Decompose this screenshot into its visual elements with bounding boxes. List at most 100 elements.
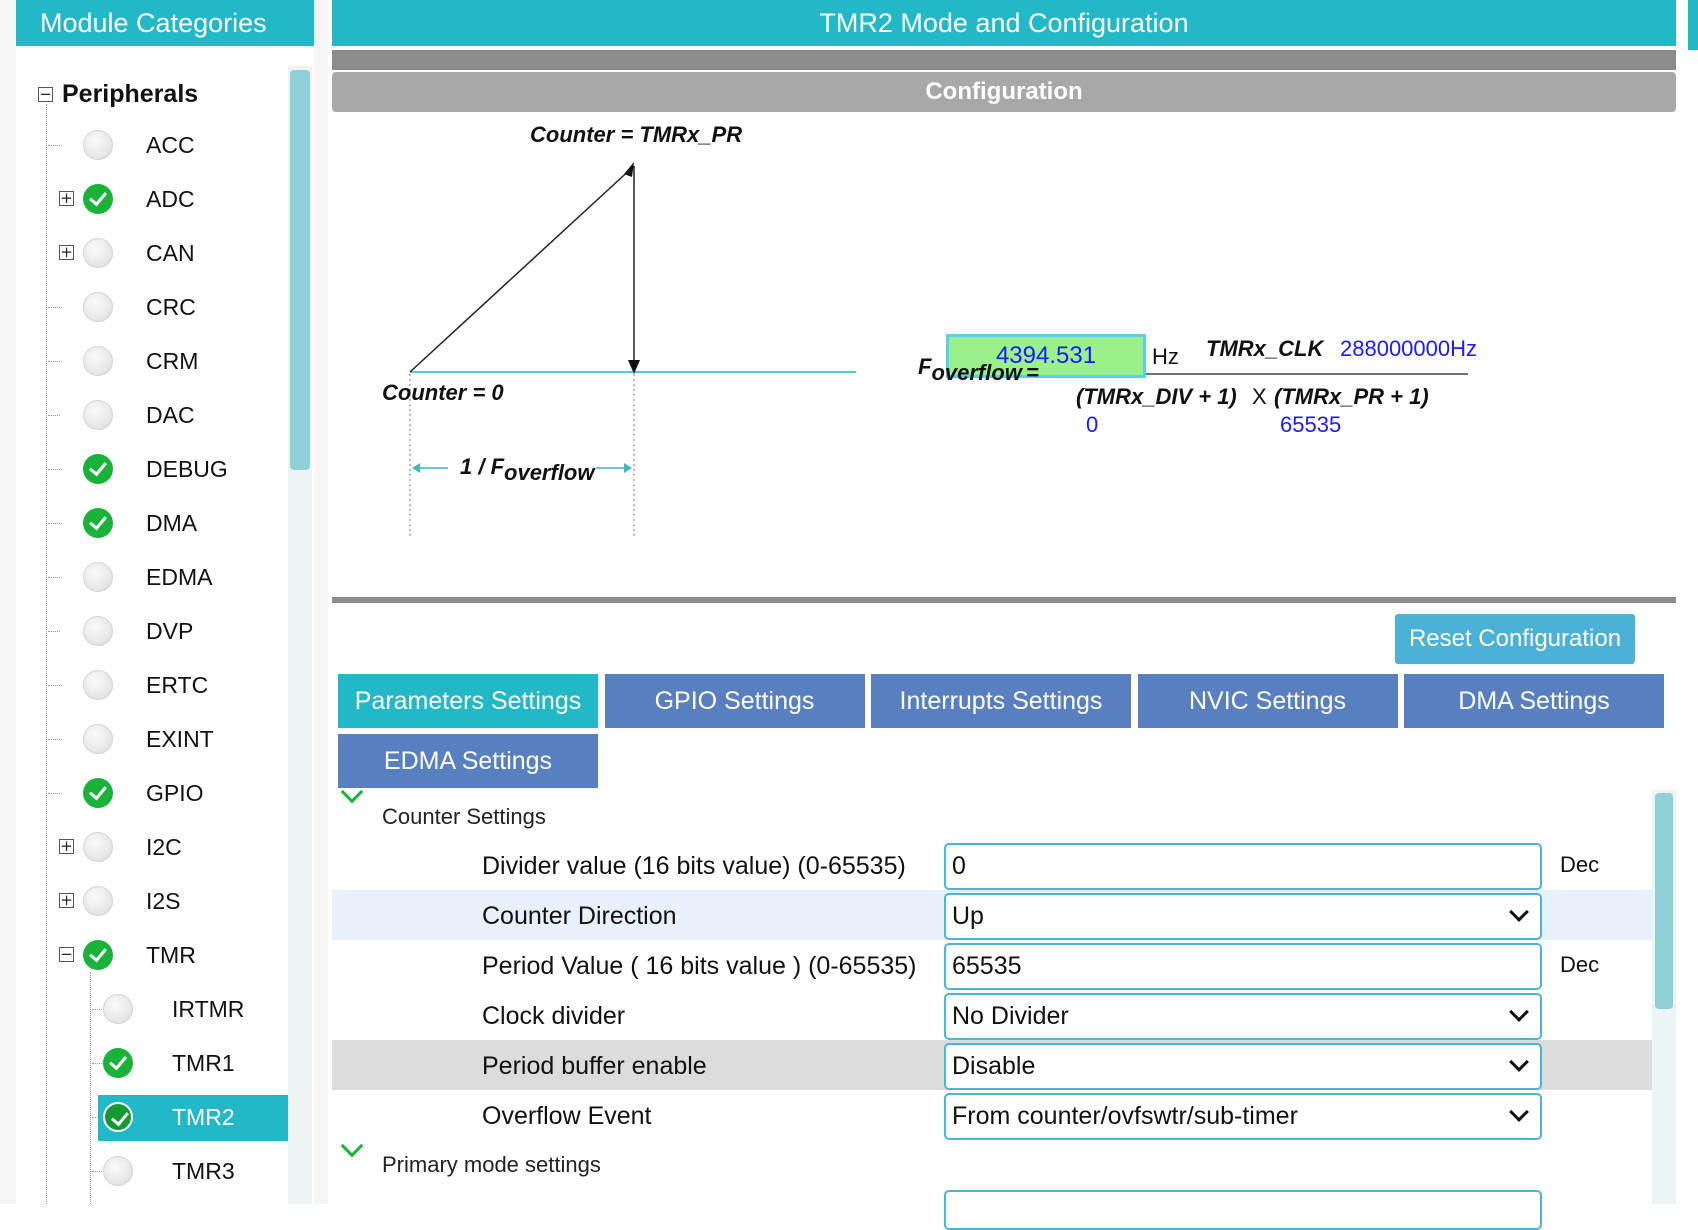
tree-item-irtmr[interactable]: IRTMR — [98, 987, 288, 1033]
disabled-status-icon — [83, 238, 113, 268]
param-row-counter-direction: Counter Direction Up — [332, 890, 1652, 940]
disabled-status-icon — [83, 346, 113, 376]
period-buffer-enable-select[interactable]: Disable — [944, 1043, 1542, 1090]
tree-item-dvp[interactable]: DVP — [80, 609, 288, 655]
divider-value-16-bits-value-0-65535-input[interactable]: 0 — [944, 843, 1542, 890]
param-label: Counter Direction — [482, 902, 677, 930]
tree-item-debug[interactable]: DEBUG — [80, 447, 288, 493]
disabled-status-icon — [83, 292, 113, 322]
configuration-header: Configuration — [332, 72, 1676, 112]
tree-root-peripherals[interactable]: Peripherals — [62, 80, 198, 109]
disabled-status-icon — [83, 562, 113, 592]
enabled-check-icon — [83, 940, 113, 970]
period-arrowhead-right — [624, 463, 632, 473]
param-row-period-value-16-bits-value-0-65535: Period Value ( 16 bits value ) (0-65535)… — [332, 940, 1652, 990]
counter-settings-header[interactable]: Counter Settings — [382, 804, 546, 830]
tree-connector — [48, 739, 60, 740]
tree-item-label: ADC — [146, 186, 195, 212]
period-value-16-bits-value-0-65535-input[interactable]: 65535 — [944, 943, 1542, 990]
enabled-check-icon — [103, 1102, 133, 1132]
field-value: 65535 — [952, 952, 1022, 980]
equals-sign: = — [1026, 360, 1039, 385]
tab-edma-settings[interactable]: EDMA Settings — [338, 734, 598, 788]
period-label-sub: overflow — [504, 460, 595, 485]
disabled-status-icon — [83, 616, 113, 646]
tree-item-dac[interactable]: DAC — [80, 393, 288, 439]
settings-scrollbar-thumb[interactable] — [1655, 793, 1673, 1009]
collapse-tmr-icon[interactable]: − — [59, 947, 74, 962]
tree-connector — [48, 145, 60, 146]
hz-unit: Hz — [1152, 344, 1179, 369]
f-label-text: F — [918, 354, 932, 379]
field-value: Disable — [952, 1052, 1036, 1080]
disabled-status-icon — [103, 1156, 133, 1186]
disabled-status-icon — [83, 670, 113, 700]
tree-connector — [48, 415, 60, 416]
field-value: No Divider — [952, 1002, 1069, 1030]
tree-item-ertc[interactable]: ERTC — [80, 663, 288, 709]
tree-item-label: DVP — [146, 618, 194, 644]
chevron-down-icon[interactable] — [1509, 1002, 1529, 1022]
expand-can-icon[interactable]: + — [59, 245, 74, 260]
tree-item-tmr3[interactable]: TMR3 — [98, 1149, 288, 1195]
disabled-status-icon — [103, 994, 133, 1024]
tree-item-tmr1[interactable]: TMR1 — [98, 1041, 288, 1087]
disabled-status-icon — [83, 832, 113, 862]
expand-adc-icon[interactable]: + — [59, 191, 74, 206]
tree-item-tmr2[interactable]: TMR2 — [98, 1095, 288, 1141]
enabled-check-icon — [83, 778, 113, 808]
tree-item-edma[interactable]: EDMA — [80, 555, 288, 601]
chevron-down-icon[interactable] — [1509, 1052, 1529, 1072]
enabled-check-icon — [103, 1048, 133, 1078]
primary-mode-field[interactable] — [944, 1190, 1542, 1230]
chevron-down-icon[interactable] — [1509, 902, 1529, 922]
multiply-sign: X — [1252, 384, 1267, 409]
tree-connector — [48, 577, 60, 578]
reset-configuration-button[interactable]: Reset Configuration — [1395, 614, 1635, 664]
overflow-event-select[interactable]: From counter/ovfswtr/sub-timer — [944, 1093, 1542, 1140]
tab-parameters-settings[interactable]: Parameters Settings — [338, 674, 598, 728]
tree-item-crm[interactable]: CRM — [80, 339, 288, 385]
primary-mode-settings-header[interactable]: Primary mode settings — [382, 1152, 601, 1178]
period-label-text: 1 / F — [460, 454, 505, 479]
tree-item-gpio[interactable]: GPIO — [80, 771, 288, 817]
tree-connector — [48, 469, 60, 470]
chevron-down-icon[interactable] — [1509, 1102, 1529, 1122]
clock-divider-select[interactable]: No Divider — [944, 993, 1542, 1040]
expand-i2s-icon[interactable]: + — [59, 893, 74, 908]
enabled-check-icon — [83, 454, 113, 484]
field-value: Up — [952, 902, 984, 930]
tree-item-can[interactable]: CAN — [80, 231, 288, 277]
tree-item-exint[interactable]: EXINT — [80, 717, 288, 763]
disabled-status-icon — [83, 886, 113, 916]
tree-item-acc[interactable]: ACC — [80, 123, 288, 169]
tree-connector — [48, 523, 60, 524]
tree-item-tmr[interactable]: TMR — [80, 933, 288, 979]
tab-interrupts-settings[interactable]: Interrupts Settings — [871, 674, 1131, 728]
tree-item-label: ERTC — [146, 672, 209, 698]
f-label-sub: overflow — [931, 360, 1022, 385]
tree-connector — [48, 685, 60, 686]
counter-zero-label: Counter = 0 — [382, 380, 504, 405]
clk-label: TMRx_CLK — [1206, 336, 1324, 361]
tree-item-i2c[interactable]: I2C — [80, 825, 288, 871]
tree-item-i2s[interactable]: I2S — [80, 879, 288, 925]
tree-item-label: I2S — [146, 888, 181, 914]
unit-label: Dec — [1560, 852, 1600, 877]
tree-item-label: I2C — [146, 834, 182, 860]
tab-dma-settings[interactable]: DMA Settings — [1404, 674, 1664, 728]
tree-item-crc[interactable]: CRC — [80, 285, 288, 331]
collapse-peripherals-icon[interactable]: − — [38, 87, 53, 102]
param-label: Overflow Event — [482, 1102, 652, 1130]
tab-nvic-settings[interactable]: NVIC Settings — [1137, 674, 1398, 728]
expand-i2c-icon[interactable]: + — [59, 839, 74, 854]
counter-direction-select[interactable]: Up — [944, 893, 1542, 940]
f-overflow-label: Foverflow — [918, 354, 1022, 386]
tree-item-adc[interactable]: ADC — [80, 177, 288, 223]
param-label: Divider value (16 bits value) (0-65535) — [482, 852, 906, 880]
tab-gpio-settings[interactable]: GPIO Settings — [604, 674, 865, 728]
ramp-line — [409, 165, 635, 373]
tree-scrollbar-thumb[interactable] — [290, 70, 310, 470]
tree-item-dma[interactable]: DMA — [80, 501, 288, 547]
disabled-status-icon — [83, 400, 113, 430]
